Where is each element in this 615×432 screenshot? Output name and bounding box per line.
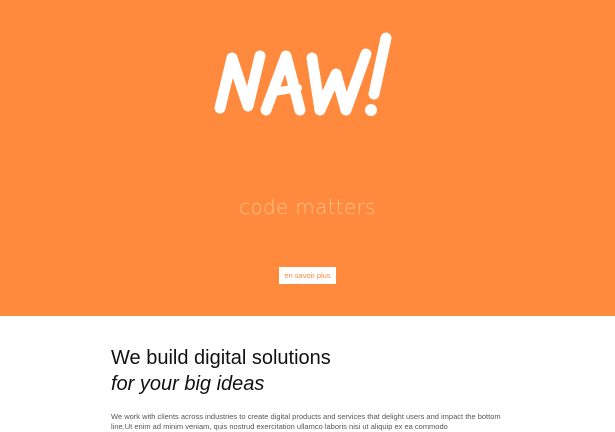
section-heading: We build digital solutions: [111, 347, 331, 369]
section-body-text: We work with clients across industries t…: [111, 412, 501, 431]
naw-logo: [208, 30, 408, 130]
logo-letter-w: [306, 48, 372, 116]
logo-letter-n: [214, 50, 266, 114]
logo-letter-a-bar: [270, 84, 302, 96]
learn-more-button[interactable]: en savoir plus: [279, 267, 336, 284]
logo-exclamation-dot: [365, 104, 377, 116]
hero-section: code matters en savoir plus: [0, 0, 615, 316]
section-subheading: for your big ideas: [111, 373, 265, 395]
page: code matters en savoir plus We build dig…: [0, 0, 615, 432]
logo-exclamation-bar: [368, 32, 392, 100]
intro-section: We build digital solutions for your big …: [0, 316, 615, 432]
naw-logo-strokes: [214, 32, 392, 116]
hero-tagline: code matters: [239, 195, 376, 219]
logo-letter-a: [260, 50, 306, 116]
naw-logo-graphic: [214, 32, 392, 116]
